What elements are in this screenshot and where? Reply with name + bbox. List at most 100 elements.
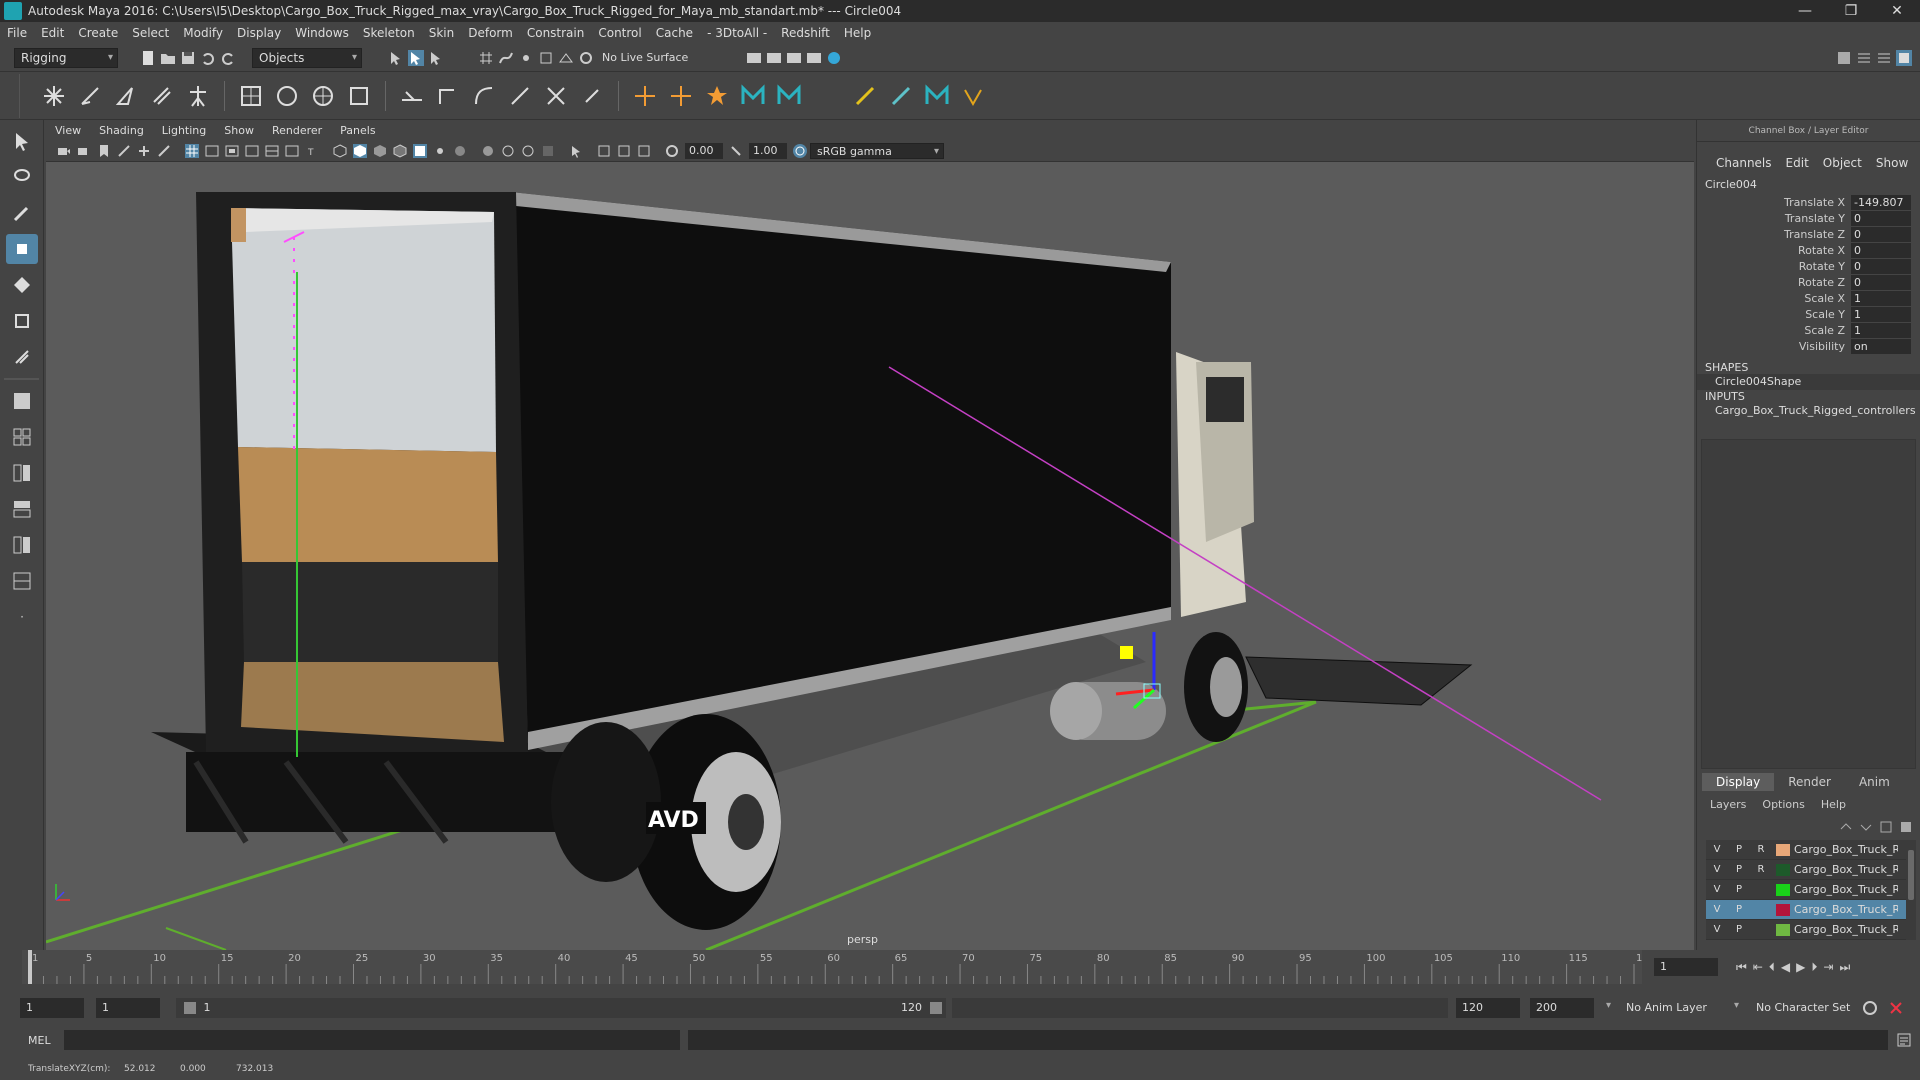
new-layer-icon[interactable] xyxy=(1878,819,1894,835)
vp-menu-panels[interactable]: Panels xyxy=(331,122,384,140)
lattice-icon[interactable] xyxy=(237,82,265,110)
step-forward-key-button[interactable]: ⇥ xyxy=(1823,960,1833,974)
lasso-tool[interactable] xyxy=(6,162,38,192)
shelf-tab-handle[interactable] xyxy=(0,73,20,118)
layer-color-swatch[interactable] xyxy=(1776,883,1790,896)
exposure-field[interactable]: 0.00 xyxy=(685,142,723,159)
maya-script-icon-2[interactable] xyxy=(775,82,803,110)
maya-script-icon-1[interactable] xyxy=(739,82,767,110)
last-tool[interactable] xyxy=(6,342,38,372)
2d-pan-zoom-icon[interactable] xyxy=(137,144,151,158)
layer-visibility-toggle[interactable]: V xyxy=(1706,864,1728,875)
vp-menu-renderer[interactable]: Renderer xyxy=(263,122,331,140)
undo-icon[interactable] xyxy=(200,50,216,66)
hypershade-icon[interactable] xyxy=(826,50,842,66)
channel-rotate-y[interactable]: Rotate Y0 xyxy=(1697,259,1920,275)
layer-visibility-toggle[interactable]: V xyxy=(1706,884,1728,895)
range-end-handle[interactable] xyxy=(930,1002,942,1014)
layer-reference-toggle[interactable]: R xyxy=(1750,864,1772,875)
new-layer-selected-icon[interactable] xyxy=(1898,819,1914,835)
scale-constraint-icon[interactable] xyxy=(542,82,570,110)
snap-to-point-icon[interactable] xyxy=(518,50,534,66)
start-time-field[interactable]: 1 xyxy=(20,998,84,1018)
select-by-object-icon[interactable] xyxy=(408,49,424,66)
layer-color-swatch[interactable] xyxy=(1776,903,1790,916)
auto-key-icon[interactable] xyxy=(1862,1000,1878,1016)
menu-skin[interactable]: Skin xyxy=(422,22,462,44)
character-set-dropdown[interactable]: No Character Set xyxy=(1750,998,1860,1018)
shadows-icon[interactable] xyxy=(453,144,467,158)
menuset-dropdown[interactable]: Rigging xyxy=(14,47,118,68)
layer-tab-render[interactable]: Render xyxy=(1774,773,1845,791)
locator-icon[interactable] xyxy=(631,82,659,110)
go-to-start-button[interactable]: ⏮ xyxy=(1736,960,1747,975)
gamma-icon[interactable] xyxy=(729,144,743,158)
end-time-field[interactable]: 200 xyxy=(1530,998,1594,1018)
image-plane-icon[interactable] xyxy=(117,144,131,158)
safe-action-icon[interactable] xyxy=(285,144,299,158)
orient-constraint-icon[interactable] xyxy=(434,82,462,110)
layer-visibility-toggle[interactable]: V xyxy=(1706,924,1728,935)
exposure-icon[interactable] xyxy=(665,144,679,158)
select-tool[interactable] xyxy=(6,126,38,156)
quick-layout-four[interactable] xyxy=(6,422,38,452)
depth-of-field-icon[interactable] xyxy=(541,144,555,158)
layer-playback-toggle[interactable]: P xyxy=(1728,844,1750,855)
gate-mask-icon[interactable] xyxy=(245,144,259,158)
view-transform-dropdown[interactable]: sRGB gamma xyxy=(810,142,944,159)
viewport-scene[interactable]: AVD xyxy=(46,162,1694,950)
vp-menu-lighting[interactable]: Lighting xyxy=(153,122,215,140)
minimize-button[interactable]: — xyxy=(1782,0,1828,22)
layer-name[interactable]: Cargo_Box_Truck_Ri xyxy=(1794,923,1898,936)
parent-constraint-icon[interactable] xyxy=(470,82,498,110)
menu-windows[interactable]: Windows xyxy=(288,22,356,44)
step-back-key-button[interactable]: ⇤ xyxy=(1753,960,1763,974)
step-back-frame-button[interactable]: ⏴ xyxy=(1769,960,1775,975)
render-frame-icon[interactable] xyxy=(766,50,782,66)
shape-node-item[interactable]: Circle004Shape xyxy=(1697,374,1920,390)
menu-deform[interactable]: Deform xyxy=(461,22,520,44)
scale-tool[interactable] xyxy=(6,306,38,336)
smooth-shade-icon[interactable] xyxy=(353,143,367,158)
snap-to-view-plane-icon[interactable] xyxy=(538,50,554,66)
resolution-gate-icon[interactable] xyxy=(225,144,239,158)
vp-menu-shading[interactable]: Shading xyxy=(90,122,153,140)
animation-preferences-icon[interactable] xyxy=(1888,1000,1904,1016)
layer-row[interactable]: V P R Cargo_Box_Truck_Ri xyxy=(1706,840,1906,860)
snap-to-surface-icon[interactable] xyxy=(558,50,574,66)
grease-pencil-icon[interactable] xyxy=(157,144,171,158)
layer-name[interactable]: Cargo_Box_Truck_Ri xyxy=(1794,843,1898,856)
channel-rotate-z[interactable]: Rotate Z0 xyxy=(1697,275,1920,291)
toolbox-options[interactable]: · xyxy=(6,602,38,632)
menu-control[interactable]: Control xyxy=(591,22,648,44)
select-camera-icon[interactable] xyxy=(57,144,71,158)
channel-scale-x[interactable]: Scale X1 xyxy=(1697,291,1920,307)
xray-joints-icon[interactable] xyxy=(637,144,651,158)
layer-playback-toggle[interactable]: P xyxy=(1728,884,1750,895)
component-editor-icon[interactable] xyxy=(887,82,915,110)
time-slider[interactable]: 1 5 10 15 20 25 30 35 40 45 50 55 60 65 70 75 80 85 90 95 10… xyxy=(22,950,1655,984)
layer-playback-toggle[interactable]: P xyxy=(1728,904,1750,915)
layer-scroll-thumb[interactable] xyxy=(1908,850,1914,900)
render-settings-icon[interactable] xyxy=(806,50,822,66)
layer-row[interactable]: V P Cargo_Box_Truck_Ri xyxy=(1706,920,1906,940)
quick-layout-hypershade[interactable] xyxy=(6,566,38,596)
selection-mode-dropdown[interactable]: Objects xyxy=(252,47,362,68)
modeling-toolkit-icon[interactable] xyxy=(1836,50,1852,66)
layer-row[interactable]: V P Cargo_Box_Truck_Ri xyxy=(1706,880,1906,900)
textured-icon[interactable] xyxy=(413,143,427,158)
channel-scale-y[interactable]: Scale Y1 xyxy=(1697,307,1920,323)
channel-scale-z[interactable]: Scale Z1 xyxy=(1697,323,1920,339)
command-input[interactable] xyxy=(64,1030,680,1050)
ipr-render-icon[interactable] xyxy=(786,50,802,66)
range-start-handle[interactable] xyxy=(184,1002,196,1014)
menu-file[interactable]: File xyxy=(0,22,34,44)
paint-select-tool[interactable] xyxy=(6,198,38,228)
anim-layer-chevron-icon[interactable]: ▾ xyxy=(1734,1000,1739,1011)
layer-row-selected[interactable]: V P Cargo_Box_Truck_Ri xyxy=(1706,900,1906,920)
cb-menu-show[interactable]: Show xyxy=(1869,156,1915,170)
input-node-item[interactable]: Cargo_Box_Truck_Rigged_controllers xyxy=(1697,403,1920,419)
aim-constraint-icon[interactable] xyxy=(398,82,426,110)
channel-translate-y[interactable]: Translate Y0 xyxy=(1697,211,1920,227)
selected-object-name[interactable]: Circle004 xyxy=(1697,178,1920,191)
